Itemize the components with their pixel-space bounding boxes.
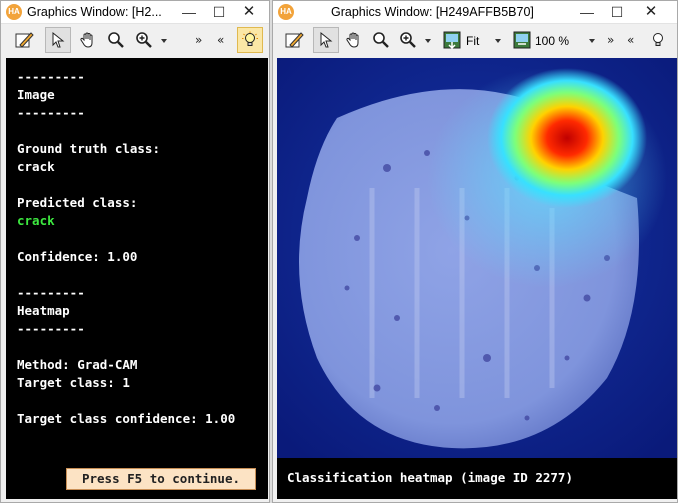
hand-icon[interactable] — [341, 27, 367, 53]
image-caption: Classification heatmap (image ID 2277) — [287, 470, 573, 485]
edit-icon[interactable] — [11, 27, 37, 53]
separator-line: --------- — [17, 69, 85, 84]
chevron-down-icon[interactable] — [589, 39, 595, 43]
close-button[interactable]: ✕ — [629, 1, 673, 23]
image-graphics-window: HA Graphics Window: [H249AFFB5B70] — ☐ ✕… — [272, 0, 678, 503]
window-title: Graphics Window: [H2... — [27, 5, 162, 19]
predicted-class-value: crack — [17, 213, 55, 228]
heatmap-image — [277, 58, 677, 499]
double-right-icon[interactable]: » — [607, 33, 614, 47]
minimize-button[interactable]: — — [573, 1, 601, 23]
ground-truth-label: Ground truth class: — [17, 141, 160, 156]
text-output-canvas: --------- Image --------- Ground truth c… — [6, 58, 268, 499]
title-bar: HA Graphics Window: [H249AFFB5B70] — ☐ ✕ — [273, 1, 677, 24]
confidence-text: Confidence: 1.00 — [17, 249, 138, 264]
bulb-icon[interactable] — [645, 27, 671, 53]
double-right-icon[interactable]: » — [195, 33, 202, 47]
zoom-100-icon[interactable] — [509, 27, 535, 53]
edit-icon[interactable] — [281, 27, 307, 53]
chevron-down-icon[interactable] — [161, 39, 167, 43]
separator-line: --------- — [17, 105, 85, 120]
chevron-down-icon[interactable] — [495, 39, 501, 43]
close-button[interactable]: ✕ — [227, 1, 271, 23]
zoom-level[interactable]: 100 % — [535, 34, 569, 48]
method-text: Method: Grad-CAM — [17, 357, 138, 372]
app-icon: HA — [278, 4, 294, 20]
ground-truth-value: crack — [17, 159, 55, 174]
maximize-button[interactable]: ☐ — [603, 1, 631, 23]
chevron-down-icon[interactable] — [425, 39, 431, 43]
section-heading: Image — [17, 87, 55, 102]
double-left-icon[interactable]: « — [627, 33, 634, 47]
fit-icon[interactable] — [439, 27, 465, 53]
magnifier-icon[interactable] — [103, 27, 129, 53]
app-icon: HA — [6, 4, 22, 20]
zoom-icon[interactable] — [395, 27, 421, 53]
bulb-icon[interactable] — [237, 27, 263, 53]
pointer-icon[interactable] — [313, 27, 339, 53]
continue-button[interactable]: Press F5 to continue. — [66, 468, 256, 490]
target-class-text: Target class: 1 — [17, 375, 130, 390]
text-graphics-window: HA Graphics Window: [H2... — ☐ ✕ » « ---… — [0, 0, 270, 503]
predicted-class-label: Predicted class: — [17, 195, 138, 210]
toolbar: » « — [1, 24, 269, 57]
pointer-icon[interactable] — [45, 27, 71, 53]
separator-line: --------- — [17, 285, 85, 300]
double-left-icon[interactable]: « — [217, 33, 224, 47]
minimize-button[interactable]: — — [175, 1, 203, 23]
section-heading: Heatmap — [17, 303, 70, 318]
magnifier-icon[interactable] — [368, 27, 394, 53]
title-bar: HA Graphics Window: [H2... — ☐ ✕ — [1, 1, 269, 24]
fit-label[interactable]: Fit — [466, 34, 479, 48]
window-title: Graphics Window: [H249AFFB5B70] — [331, 5, 534, 19]
heatmap-image-canvas: Classification heatmap (image ID 2277) — [277, 58, 677, 499]
toolbar: Fit 100 % » « — [273, 24, 677, 57]
separator-line: --------- — [17, 321, 85, 336]
hand-icon[interactable] — [75, 27, 101, 53]
zoom-icon[interactable] — [131, 27, 157, 53]
target-class-confidence-text: Target class confidence: 1.00 — [17, 411, 236, 426]
